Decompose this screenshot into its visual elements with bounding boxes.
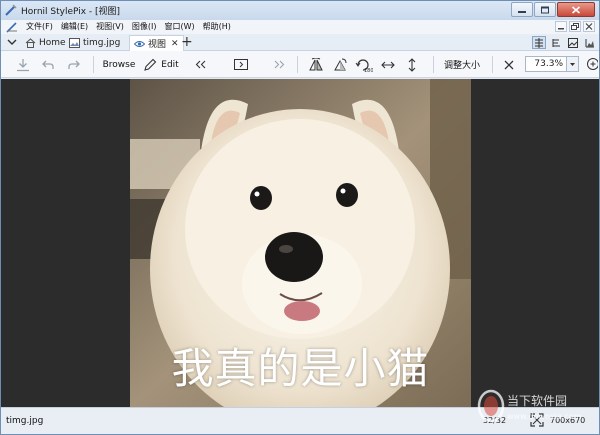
double-chevron-right-icon <box>274 60 285 69</box>
picture-icon <box>568 37 578 48</box>
flip-vertical-icon <box>334 58 347 70</box>
site-watermark: 当下软件园 www.downxia.com <box>477 389 582 423</box>
tab-home[interactable]: Home <box>21 35 70 51</box>
vertical-arrows-icon <box>408 57 416 72</box>
doc-restore-button[interactable] <box>569 21 581 32</box>
home-icon <box>25 38 36 48</box>
document-icon <box>6 22 17 33</box>
dog-photo: 我真的是小猫 <box>130 79 471 407</box>
watermark-url: www.downxia.com <box>507 412 582 421</box>
menu-bar: 文件(F) 编辑(E) 视图(V) 图像(I) 窗口(W) 帮助(H) <box>1 20 599 34</box>
rotate-180-button[interactable]: 180° <box>353 51 375 78</box>
tab-label: timg.jpg <box>83 38 121 48</box>
maximize-button[interactable] <box>534 2 556 17</box>
chevron-down-icon[interactable] <box>7 38 17 46</box>
tab-bar: Home timg.jpg 视图 ✕ + <box>1 34 599 51</box>
align-icon <box>535 37 543 48</box>
menu-help[interactable]: 帮助(H) <box>199 20 235 34</box>
watermark-text: 当下软件园 <box>507 394 567 408</box>
menu-image[interactable]: 图像(I) <box>128 20 161 34</box>
close-icon <box>585 23 593 30</box>
align-view-button[interactable] <box>532 36 546 49</box>
next-image-button[interactable] <box>269 51 289 78</box>
double-chevron-left-icon <box>195 60 206 69</box>
flip-vertical-button[interactable] <box>329 51 351 78</box>
status-filename: timg.jpg <box>6 416 44 426</box>
tab-timg[interactable]: timg.jpg <box>65 35 124 51</box>
close-icon <box>504 60 514 69</box>
redo-button[interactable] <box>63 51 85 78</box>
maximize-icon <box>541 6 549 13</box>
close-view-button[interactable] <box>499 51 519 78</box>
window-title: Hornil StylePix - [视图] <box>21 7 121 17</box>
restore-icon <box>571 23 579 30</box>
close-button[interactable] <box>557 2 595 17</box>
flip-horizontal-icon <box>309 57 323 70</box>
menu-file[interactable]: 文件(F) <box>22 20 57 34</box>
app-window: Hornil StylePix - [视图] 文件(F) 编辑(E) 视图(V)… <box>0 0 600 435</box>
histogram-icon <box>585 38 594 47</box>
browse-button[interactable]: Browse <box>101 51 137 78</box>
svg-text:180°: 180° <box>364 68 373 73</box>
toolbar-divider <box>492 56 493 73</box>
tab-view[interactable]: 视图 ✕ <box>129 35 184 51</box>
menu-edit[interactable]: 编辑(E) <box>57 20 92 34</box>
image-caption: 我真的是小猫 <box>171 344 430 393</box>
edit-button[interactable]: Edit <box>141 51 181 78</box>
toolbar: Browse Edit 180° <box>1 51 599 78</box>
rotate-180-icon: 180° <box>355 58 373 73</box>
app-logo-icon <box>5 4 17 16</box>
fit-width-button[interactable] <box>377 51 399 78</box>
layers-view-button[interactable] <box>549 36 563 49</box>
histogram-view-button[interactable] <box>583 36 597 49</box>
minimize-icon <box>558 28 564 30</box>
toolbar-divider <box>93 56 94 73</box>
undo-button[interactable] <box>37 51 59 78</box>
doc-close-button[interactable] <box>583 21 595 32</box>
doc-minimize-button[interactable] <box>555 21 567 32</box>
layers-icon <box>552 38 560 47</box>
slideshow-button[interactable] <box>231 51 251 78</box>
horizontal-arrows-icon <box>381 61 395 68</box>
zoom-input[interactable]: 73.3% <box>525 56 567 72</box>
zoom-in-icon[interactable] <box>586 57 598 71</box>
tab-close-icon[interactable]: ✕ <box>171 39 179 49</box>
menu-view[interactable]: 视图(V) <box>92 20 128 34</box>
flip-horizontal-button[interactable] <box>305 51 327 78</box>
edit-label: Edit <box>161 59 179 70</box>
pencil-icon <box>144 58 157 71</box>
save-button[interactable] <box>11 51 35 78</box>
image-view-button[interactable] <box>566 36 580 49</box>
image-icon <box>69 38 80 48</box>
tab-label: Home <box>39 38 66 48</box>
resize-button[interactable]: 调整大小 <box>439 51 485 78</box>
minimize-icon <box>518 10 526 13</box>
title-bar: Hornil StylePix - [视图] <box>1 1 599 20</box>
tab-label: 视图 <box>148 40 167 50</box>
chevron-down-icon <box>570 63 575 66</box>
undo-icon <box>42 60 54 69</box>
zoom-dropdown-button[interactable] <box>566 56 579 72</box>
add-tab-icon[interactable]: + <box>181 34 193 50</box>
slideshow-icon <box>234 59 248 70</box>
image-viewer[interactable]: 我真的是小猫 <box>1 79 599 407</box>
resize-label: 调整大小 <box>443 61 480 71</box>
close-icon <box>571 5 581 14</box>
previous-image-button[interactable] <box>191 51 211 78</box>
eye-icon <box>134 40 145 47</box>
download-icon <box>17 58 29 71</box>
menu-window[interactable]: 窗口(W) <box>160 20 198 34</box>
fit-height-button[interactable] <box>401 51 423 78</box>
minimize-button[interactable] <box>511 2 533 17</box>
toolbar-divider <box>297 56 298 73</box>
toolbar-divider <box>433 56 434 73</box>
redo-icon <box>68 60 80 69</box>
browse-label: Browse <box>102 59 136 70</box>
